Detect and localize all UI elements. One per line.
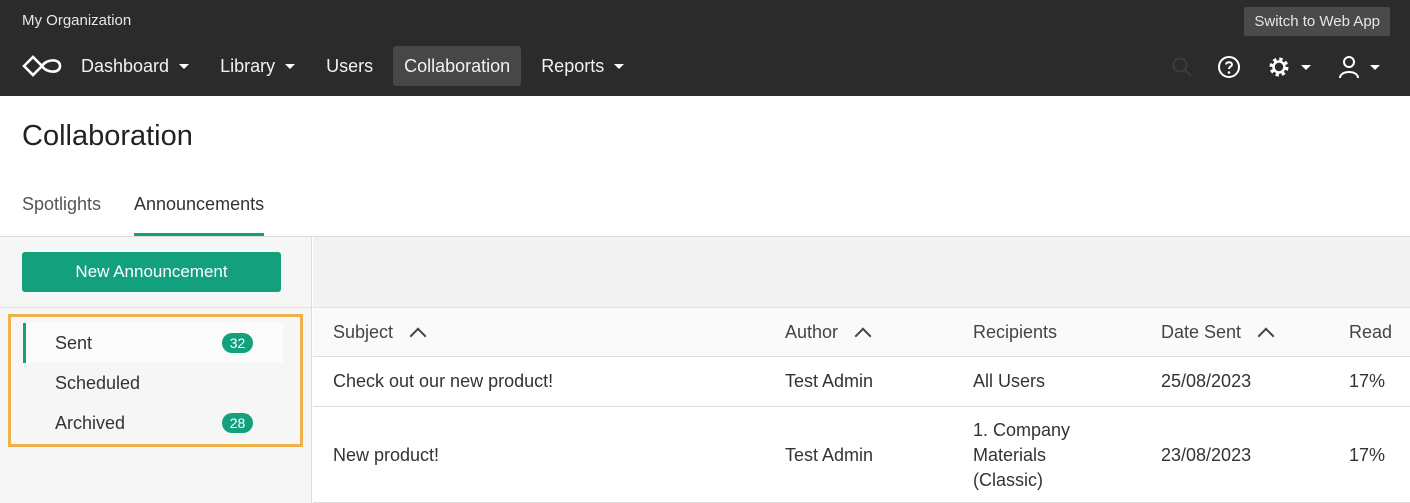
switch-to-web-app-button[interactable]: Switch to Web App (1244, 7, 1390, 36)
folder-sidebar: New Announcement Sent 32 Scheduled Archi… (0, 237, 312, 503)
user-menu-button[interactable] (1338, 54, 1380, 80)
folder-label: Archived (55, 412, 126, 433)
column-header-subject[interactable]: Subject (333, 322, 427, 344)
table-toolbar (313, 237, 1410, 307)
folder-item-archived[interactable]: Archived 28 (23, 403, 283, 443)
column-header-recipients[interactable]: Recipients (973, 322, 1057, 343)
user-icon (1339, 56, 1359, 79)
table-header: Subject Author Recipients Date Sent Read (313, 307, 1410, 357)
count-badge: 32 (222, 333, 253, 353)
caret-down-icon (285, 63, 296, 69)
main-nav: Dashboard Library Users Collaboration Re… (70, 46, 644, 86)
announcements-table: Subject Author Recipients Date Sent Read… (313, 307, 1410, 503)
column-subject-label: Subject (333, 322, 394, 342)
caret-down-icon (1301, 64, 1311, 70)
column-read-label: Read (1349, 322, 1393, 342)
caret-down-icon (1370, 64, 1380, 70)
search-button[interactable] (1171, 54, 1193, 80)
folder-item-sent[interactable]: Sent 32 (23, 323, 283, 363)
logo-icon[interactable] (22, 54, 62, 78)
divider (0, 307, 311, 308)
cell-date-sent: 25/08/2023 (1161, 371, 1252, 391)
folder-label: Scheduled (55, 372, 141, 393)
gear-icon (1269, 57, 1289, 77)
settings-menu-button[interactable] (1267, 54, 1311, 80)
column-author-label: Author (785, 322, 839, 342)
table-row[interactable]: New product! Test Admin 1. Company Mater… (313, 407, 1410, 503)
help-icon (1218, 56, 1240, 78)
cell-recipients: All Users (973, 371, 1046, 391)
nav-collaboration[interactable]: Collaboration (393, 46, 522, 86)
column-date-label: Date Sent (1161, 322, 1242, 342)
nav-dashboard-label: Dashboard (81, 55, 170, 76)
table-row[interactable]: Check out our new product! Test Admin Al… (313, 357, 1410, 407)
page-title: Collaboration (22, 120, 193, 152)
caret-down-icon (614, 63, 625, 69)
cell-read: 17% (1349, 445, 1386, 465)
cell-subject: Check out our new product! (333, 371, 554, 391)
column-header-author[interactable]: Author (785, 322, 872, 344)
nav-library-label: Library (220, 55, 276, 76)
nav-reports[interactable]: Reports (530, 46, 635, 86)
cell-recipients: 1. Company Materials (Classic) (973, 420, 1071, 490)
tab-announcements[interactable]: Announcements (134, 194, 265, 236)
organization-name: My Organization (22, 12, 132, 29)
column-recipients-label: Recipients (973, 322, 1058, 342)
tab-spotlights[interactable]: Spotlights (22, 194, 101, 236)
nav-users-label: Users (326, 55, 374, 76)
sort-ascending-icon (1257, 327, 1275, 344)
count-badge: 28 (222, 413, 253, 433)
nav-library[interactable]: Library (209, 46, 306, 86)
tab-bar: Spotlights Announcements (0, 190, 1410, 237)
column-header-read[interactable]: Read (1349, 322, 1392, 343)
column-header-date-sent[interactable]: Date Sent (1161, 322, 1275, 344)
cell-author: Test Admin (785, 445, 874, 465)
cell-author: Test Admin (785, 371, 874, 391)
nav-dashboard[interactable]: Dashboard (70, 46, 200, 86)
top-header: My Organization Switch to Web App Dashbo… (0, 0, 1410, 96)
folder-list-highlight: Sent 32 Scheduled Archived 28 (8, 314, 303, 447)
folder-label: Sent (55, 332, 93, 353)
nav-collaboration-label: Collaboration (404, 55, 511, 76)
folder-item-scheduled[interactable]: Scheduled (23, 363, 283, 403)
nav-users[interactable]: Users (315, 46, 384, 86)
cell-read: 17% (1349, 371, 1386, 391)
cell-subject: New product! (333, 445, 440, 465)
search-icon (1172, 57, 1192, 77)
cell-date-sent: 23/08/2023 (1161, 445, 1252, 465)
new-announcement-button[interactable]: New Announcement (22, 252, 281, 292)
sort-ascending-icon (409, 327, 427, 344)
sort-ascending-icon (854, 327, 872, 344)
help-button[interactable] (1217, 54, 1241, 80)
nav-reports-label: Reports (541, 55, 605, 76)
caret-down-icon (179, 63, 190, 69)
